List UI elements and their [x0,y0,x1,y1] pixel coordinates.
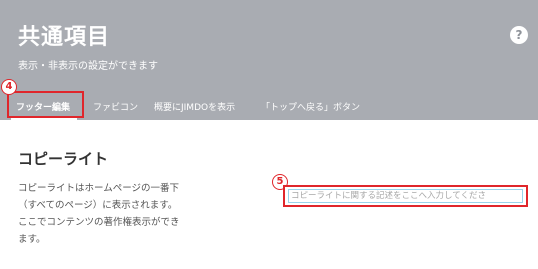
help-icon[interactable]: ? [510,26,528,44]
tab-show-jimdo-in-about[interactable]: 概要にJIMDOを表示 [154,100,235,113]
tab-favicon[interactable]: ファビコン [93,100,138,113]
page-subtitle: 表示・非表示の設定ができます [18,61,158,72]
tab-highlight-annotation [7,91,84,118]
page-title: 共通項目 [18,25,111,50]
copyright-description: コピーライトはホームページの一番下（すべてのページ）に表示されます。ここでコンテ… [18,183,180,245]
copyright-heading: コピーライト [18,150,109,168]
input-highlight-annotation [283,185,528,207]
annotation-marker-4: 4 [1,79,17,95]
copyright-input[interactable] [288,189,523,203]
tab-back-to-top-button[interactable]: 「トップへ戻る」ボタン [261,100,360,113]
